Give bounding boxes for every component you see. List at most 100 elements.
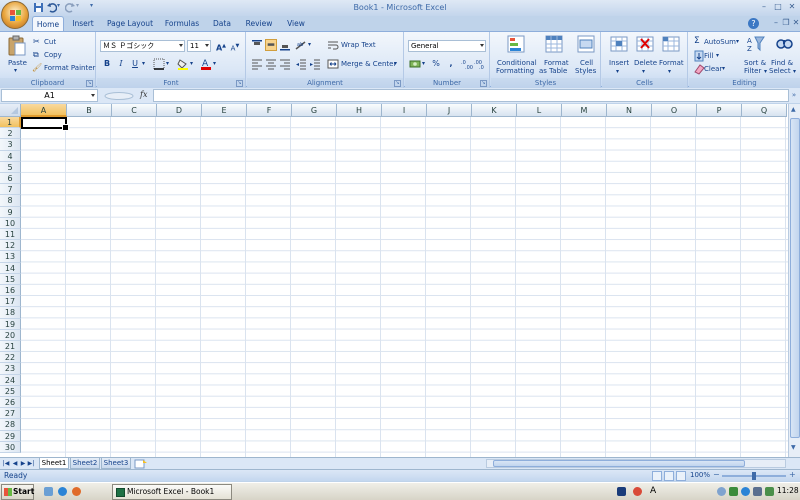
tab-review[interactable]: Review: [242, 16, 276, 31]
accounting-dropdown-icon[interactable]: ▾: [422, 60, 425, 67]
autosum-dropdown-icon[interactable]: ▾: [736, 38, 739, 45]
sort-filter-label-2[interactable]: Filter: [744, 67, 761, 75]
shrink-font-button[interactable]: A▼: [229, 40, 241, 52]
help-icon[interactable]: ?: [748, 18, 759, 29]
tab-view[interactable]: View: [282, 16, 310, 31]
column-header-d[interactable]: D: [157, 104, 202, 117]
active-cell-a1[interactable]: [21, 117, 69, 131]
format-as-table-label-1[interactable]: Format: [544, 59, 569, 67]
app-red-icon[interactable]: [633, 487, 642, 496]
column-header-o[interactable]: O: [652, 104, 697, 117]
tab-insert[interactable]: Insert: [66, 16, 100, 31]
row-header-9[interactable]: 9: [0, 206, 21, 218]
office-button[interactable]: [1, 1, 29, 29]
paste-button[interactable]: Paste: [8, 59, 27, 67]
cell-styles-label-2[interactable]: Styles: [575, 67, 596, 75]
row-header-27[interactable]: 27: [0, 408, 21, 420]
number-format-combo[interactable]: General: [408, 40, 486, 52]
formula-input[interactable]: [153, 89, 789, 102]
delete-button[interactable]: Delete: [634, 59, 657, 67]
row-header-11[interactable]: 11: [0, 229, 21, 241]
row-header-6[interactable]: 6: [0, 173, 21, 185]
row-header-25[interactable]: 25: [0, 385, 21, 397]
clear-button[interactable]: Clear: [704, 65, 722, 73]
font-size-combo[interactable]: 11: [187, 40, 211, 52]
tab-formulas[interactable]: Formulas: [162, 16, 202, 31]
number-launcher-icon[interactable]: ↘: [480, 80, 487, 87]
find-select-label-1[interactable]: Find &: [771, 59, 793, 67]
normal-view-icon[interactable]: [652, 471, 662, 481]
format-dropdown-icon[interactable]: ▾: [668, 68, 671, 75]
ime-icon[interactable]: A: [650, 487, 659, 496]
zoom-level[interactable]: 100%: [690, 471, 710, 479]
sheet-tab-sheet2[interactable]: Sheet2: [70, 458, 100, 469]
app-p-icon[interactable]: [617, 487, 626, 496]
zoom-in-icon[interactable]: +: [789, 470, 796, 479]
page-break-view-icon[interactable]: [676, 471, 686, 481]
insert-sheet-icon[interactable]: [134, 459, 148, 469]
start-button[interactable]: Start: [1, 484, 34, 500]
show-desktop-icon[interactable]: [44, 487, 53, 496]
ribbon-restore-button[interactable]: ❐: [781, 18, 791, 28]
workbook-close-button[interactable]: ✕: [791, 18, 800, 28]
expand-formula-bar-icon[interactable]: »: [790, 91, 798, 100]
tab-page-layout[interactable]: Page Layout: [104, 16, 156, 31]
tab-home[interactable]: Home: [32, 16, 64, 31]
ribbon-minimize-button[interactable]: –: [771, 18, 781, 28]
column-header-n[interactable]: N: [607, 104, 652, 117]
horizontal-scrollbar[interactable]: [486, 459, 786, 468]
underline-dropdown-icon[interactable]: ▾: [142, 60, 145, 67]
wrap-text-button[interactable]: Wrap Text: [341, 41, 376, 49]
row-header-3[interactable]: 3: [0, 139, 21, 151]
font-launcher-icon[interactable]: ↘: [236, 80, 243, 87]
column-header-j[interactable]: J: [427, 104, 472, 117]
taskbar-excel-button[interactable]: Microsoft Excel - Book1: [112, 484, 232, 500]
first-sheet-icon[interactable]: |◀: [2, 459, 10, 469]
align-top-icon[interactable]: [251, 39, 263, 51]
increase-decimal-icon[interactable]: .0.00: [461, 58, 473, 70]
tray-icon-1[interactable]: [717, 487, 726, 496]
decrease-decimal-icon[interactable]: .00.0: [474, 58, 486, 70]
column-header-e[interactable]: E: [202, 104, 247, 117]
orientation-icon[interactable]: ab: [295, 39, 307, 51]
align-center-icon[interactable]: [265, 58, 277, 70]
next-sheet-icon[interactable]: ▶: [19, 459, 27, 469]
column-header-q[interactable]: Q: [742, 104, 787, 117]
zoom-out-icon[interactable]: −: [713, 470, 720, 479]
minimize-button[interactable]: –: [759, 2, 769, 12]
sort-filter-label-1[interactable]: Sort &: [744, 59, 766, 67]
copy-button[interactable]: Copy: [44, 51, 62, 59]
internet-explorer-icon[interactable]: [58, 487, 67, 496]
row-header-12[interactable]: 12: [0, 240, 21, 252]
row-header-20[interactable]: 20: [0, 329, 21, 341]
format-button[interactable]: Format: [659, 59, 684, 67]
row-header-15[interactable]: 15: [0, 273, 21, 285]
merge-dropdown-icon[interactable]: ▾: [394, 60, 397, 67]
select-all-button[interactable]: [0, 104, 21, 117]
column-header-h[interactable]: H: [337, 104, 382, 117]
clear-dropdown-icon[interactable]: ▾: [722, 65, 725, 72]
row-header-16[interactable]: 16: [0, 285, 21, 297]
row-header-28[interactable]: 28: [0, 419, 21, 431]
row-header-1[interactable]: 1: [0, 117, 21, 129]
font-name-combo[interactable]: ＭＳ Ｐゴシック: [100, 40, 185, 52]
row-header-4[interactable]: 4: [0, 150, 21, 162]
percent-button[interactable]: %: [430, 58, 442, 70]
fill-color-dropdown-icon[interactable]: ▾: [190, 60, 193, 67]
row-header-7[interactable]: 7: [0, 184, 21, 196]
name-box[interactable]: A1: [1, 89, 98, 102]
align-left-icon[interactable]: [251, 58, 263, 70]
format-painter-button[interactable]: Format Painter: [44, 64, 95, 72]
prev-sheet-icon[interactable]: ◀: [11, 459, 19, 469]
row-header-13[interactable]: 13: [0, 251, 21, 263]
row-header-21[interactable]: 21: [0, 341, 21, 353]
paste-dropdown-icon[interactable]: ▾: [14, 67, 17, 74]
font-name-dropdown-icon[interactable]: [179, 44, 183, 47]
font-size-dropdown-icon[interactable]: [205, 44, 209, 47]
paste-icon[interactable]: [7, 35, 27, 57]
row-header-23[interactable]: 23: [0, 363, 21, 375]
orientation-dropdown-icon[interactable]: ▾: [308, 41, 311, 48]
alignment-launcher-icon[interactable]: ↘: [394, 80, 401, 87]
close-button[interactable]: ✕: [787, 2, 797, 12]
column-header-m[interactable]: M: [562, 104, 607, 117]
